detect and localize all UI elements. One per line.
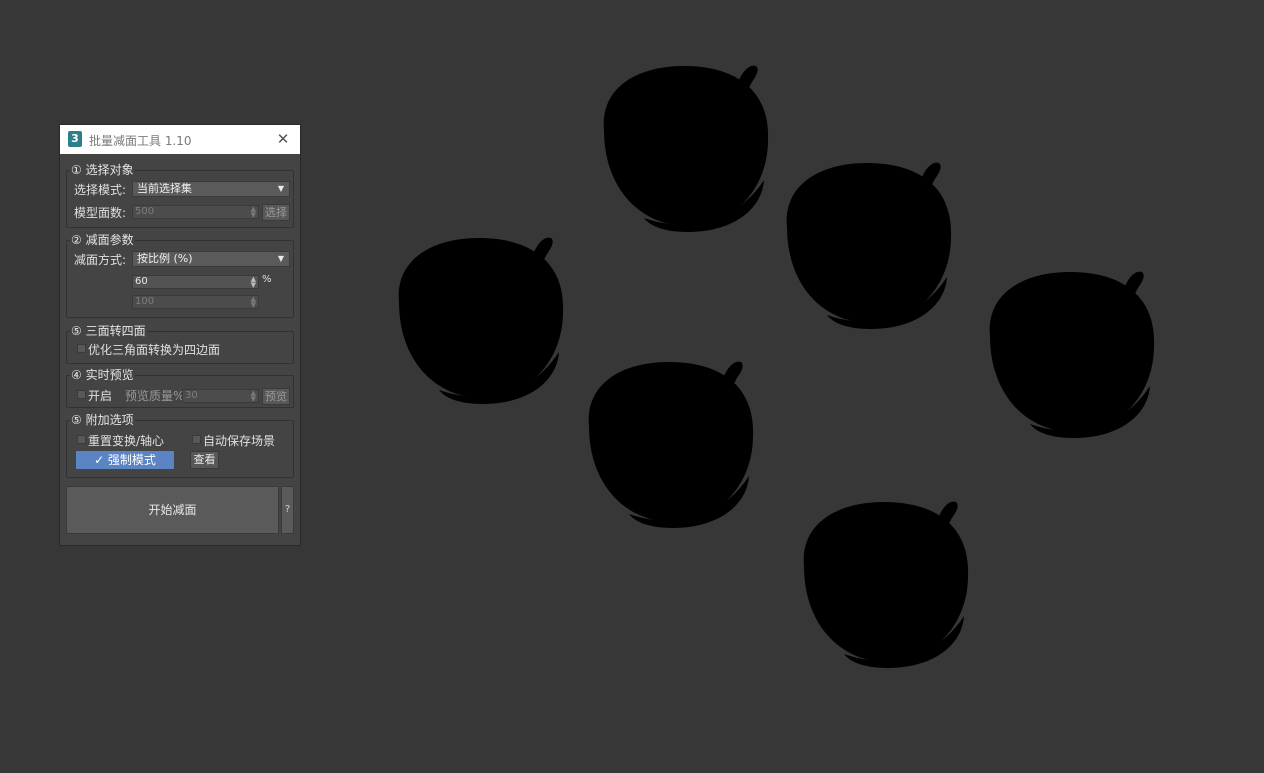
face-count-label: 模型面数: xyxy=(74,206,127,220)
reduce-method-label: 减面方式: xyxy=(74,253,127,267)
preview-quality-value: 30 xyxy=(185,390,198,401)
preview-quality-label: 预览质量% xyxy=(125,389,185,403)
teapot-orange[interactable] xyxy=(391,237,564,404)
app-icon: 3 xyxy=(68,131,82,147)
dialog-title: 批量减面工具 1.10 xyxy=(89,134,192,148)
help-button[interactable]: ? xyxy=(281,486,294,534)
face-count-spinner[interactable]: 500 ▲ ▼ xyxy=(132,205,259,219)
batch-reduce-dialog: 3 批量减面工具 1.10 ✕ ① 选择对象 选择模式: 当前选择集 ▼ 模型面… xyxy=(59,124,301,546)
spinner-arrows-icon: ▲ ▼ xyxy=(250,389,256,403)
ratio-unit-label: % xyxy=(262,274,272,285)
close-icon[interactable]: ✕ xyxy=(272,128,294,150)
autosave-label: 自动保存场景 xyxy=(203,434,276,448)
extra-options-title: ⑤ 附加选项 xyxy=(70,413,135,427)
view-button[interactable]: 查看 xyxy=(190,451,219,469)
teapot-green[interactable] xyxy=(596,65,769,232)
secondary-value: 100 xyxy=(135,296,155,307)
spinner-arrows-icon: ▲ ▼ xyxy=(250,295,256,309)
reset-xform-checkbox[interactable] xyxy=(77,435,86,444)
ratio-value: 60 xyxy=(135,276,148,287)
chevron-down-icon: ▼ xyxy=(277,254,284,263)
select-button[interactable]: 选择 xyxy=(262,204,290,221)
select-mode-label: 选择模式: xyxy=(74,183,127,197)
teapot-olive[interactable] xyxy=(779,162,952,329)
preview-enable-checkbox[interactable] xyxy=(77,390,86,399)
select-objects-title: ① 选择对象 xyxy=(70,163,135,177)
tri-to-quad-checkbox[interactable] xyxy=(77,344,86,353)
preview-button[interactable]: 预览 xyxy=(262,388,290,405)
start-reduce-button[interactable]: 开始减面 xyxy=(66,486,279,534)
chevron-down-icon: ▼ xyxy=(277,184,284,193)
face-count-value: 500 xyxy=(135,206,155,217)
tri-to-quad-title: ⑤ 三面转四面 xyxy=(70,324,147,338)
force-mode-button[interactable]: ✓ 强制模式 xyxy=(76,451,174,469)
secondary-value-spinner[interactable]: 100 ▲ ▼ xyxy=(132,295,259,309)
spinner-arrows-icon: ▲ ▼ xyxy=(250,275,256,289)
autosave-checkbox[interactable] xyxy=(192,435,201,444)
reduce-params-title: ② 减面参数 xyxy=(70,233,135,247)
extra-options-group xyxy=(66,420,294,478)
preview-enable-label: 开启 xyxy=(88,389,113,403)
preview-quality-spinner[interactable]: 30 ▲ ▼ xyxy=(182,389,259,403)
tri-to-quad-label: 优化三角面转换为四边面 xyxy=(88,343,221,357)
spinner-arrows-icon: ▲ ▼ xyxy=(250,205,256,219)
dialog-titlebar[interactable]: 3 批量减面工具 1.10 ✕ xyxy=(60,125,300,154)
teapot-purple[interactable] xyxy=(982,271,1155,438)
ratio-spinner[interactable]: 60 ▲ ▼ xyxy=(132,275,259,289)
select-mode-value: 当前选择集 xyxy=(137,182,192,195)
teapot-mint[interactable] xyxy=(796,501,969,668)
select-mode-dropdown[interactable]: 当前选择集 ▼ xyxy=(132,181,290,197)
live-preview-title: ④ 实时预览 xyxy=(70,368,135,382)
reduce-method-dropdown[interactable]: 按比例 (%) ▼ xyxy=(132,251,290,267)
teapot-teal[interactable] xyxy=(581,361,754,528)
reset-xform-label: 重置变换/轴心 xyxy=(88,434,165,448)
reduce-method-value: 按比例 (%) xyxy=(137,252,193,265)
